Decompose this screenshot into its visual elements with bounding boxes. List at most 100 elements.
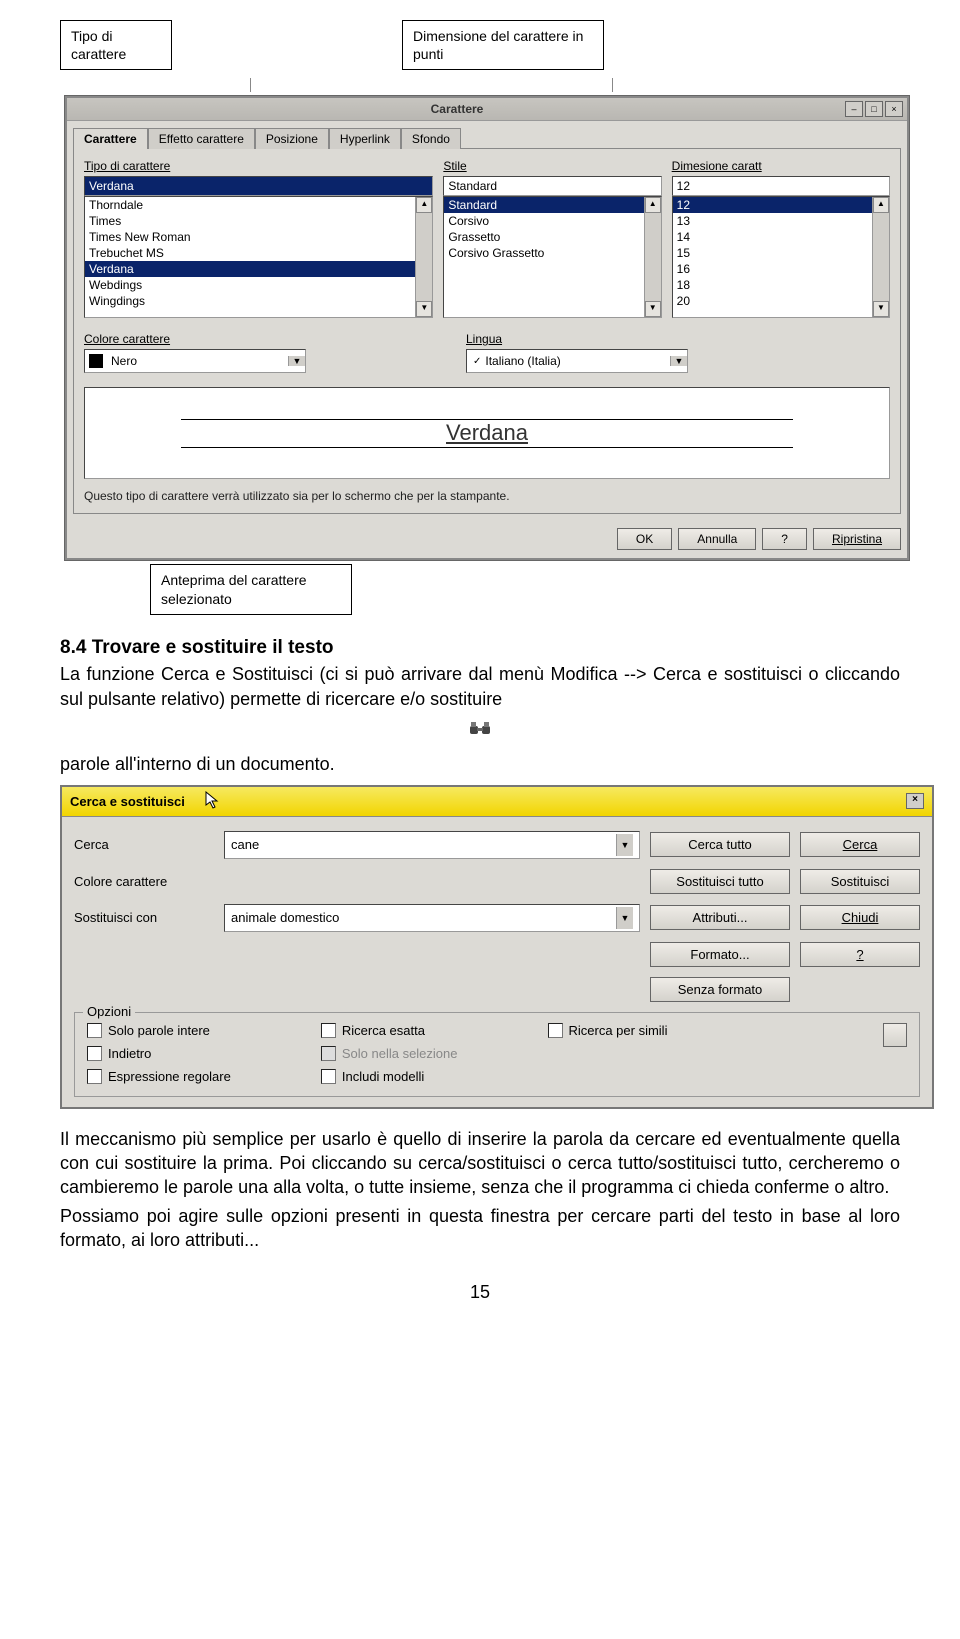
list-item[interactable]: 16 <box>673 261 889 277</box>
callout-row: Tipo di carattere Dimensione del caratte… <box>30 20 930 70</box>
list-item[interactable]: Corsivo Grassetto <box>444 245 660 261</box>
chevron-down-icon[interactable]: ▼ <box>616 834 633 856</box>
color-dropdown[interactable]: Nero ▼ <box>84 349 306 373</box>
minimize-icon[interactable]: – <box>845 101 863 117</box>
tab-effetto[interactable]: Effetto carattere <box>148 128 255 149</box>
maximize-icon[interactable]: □ <box>865 101 883 117</box>
options-legend: Opzioni <box>83 1004 135 1019</box>
font-name-input[interactable] <box>84 176 433 196</box>
color-value: Nero <box>107 354 288 368</box>
chevron-down-icon[interactable]: ▼ <box>670 356 687 366</box>
close-button[interactable]: Chiudi <box>800 905 920 930</box>
list-item[interactable]: Times <box>85 213 432 229</box>
search-input[interactable]: cane ▼ <box>224 831 640 859</box>
size-input[interactable] <box>672 176 890 196</box>
list-item[interactable]: Wingdings <box>85 293 432 309</box>
checkbox-include-styles[interactable]: Includi modelli <box>321 1069 458 1084</box>
paragraph: Il meccanismo più semplice per usarlo è … <box>60 1127 900 1200</box>
replace-input[interactable]: animale domestico ▼ <box>224 904 640 932</box>
help-button[interactable]: ? <box>762 528 807 550</box>
checkbox-selection-only: Solo nella selezione <box>321 1046 458 1061</box>
paragraph: La funzione Cerca e Sostituisci (ci si p… <box>60 662 900 711</box>
checkbox-exact[interactable]: Ricerca esatta <box>321 1023 458 1038</box>
list-item[interactable]: 14 <box>673 229 889 245</box>
label-cerca: Cerca <box>74 837 214 852</box>
titlebar: Carattere – □ × <box>67 98 907 121</box>
scrollbar[interactable]: ▲▼ <box>644 197 661 317</box>
replace-button[interactable]: Sostituisci <box>800 869 920 894</box>
tab-carattere[interactable]: Carattere <box>73 128 148 149</box>
cancel-button[interactable]: Annulla <box>678 528 756 550</box>
tab-hyperlink[interactable]: Hyperlink <box>329 128 401 149</box>
note-text: Questo tipo di carattere verrà utilizzat… <box>84 489 890 503</box>
binoculars-icon <box>469 720 491 744</box>
list-item[interactable]: 12 <box>673 197 889 213</box>
search-button[interactable]: Cerca <box>800 832 920 857</box>
dialog-title: Carattere <box>71 102 843 116</box>
button-row: OK Annulla ? Ripristina <box>67 520 907 558</box>
language-value: Italiano (Italia) <box>481 354 670 368</box>
preview-box: Verdana <box>84 387 890 479</box>
language-dropdown[interactable]: ✓ Italiano (Italia) ▼ <box>466 349 688 373</box>
font-listbox[interactable]: Thorndale Times Times New Roman Trebuche… <box>84 196 433 318</box>
list-item[interactable]: 15 <box>673 245 889 261</box>
label-dimensione: Dimesione caratt <box>672 159 890 173</box>
size-listbox[interactable]: 12 13 14 15 16 18 20 ▲▼ <box>672 196 890 318</box>
label-colore-carattere: Colore carattere <box>74 874 214 889</box>
similar-options-button[interactable] <box>883 1023 907 1047</box>
help-button[interactable]: ? <box>800 942 920 967</box>
color-swatch <box>89 354 103 368</box>
preview-text: Verdana <box>444 420 530 446</box>
list-item[interactable]: Grassetto <box>444 229 660 245</box>
document-body: 8.4 Trovare e sostituire il testo La fun… <box>60 635 900 777</box>
list-item[interactable]: Corsivo <box>444 213 660 229</box>
callout-tipo: Tipo di carattere <box>60 20 172 70</box>
character-dialog: Carattere – □ × Carattere Effetto caratt… <box>65 96 909 560</box>
label-tipo: Tipo di carattere <box>84 159 433 173</box>
label-sostituisci-con: Sostituisci con <box>74 910 214 925</box>
attributes-button[interactable]: Attributi... <box>650 905 790 930</box>
paragraph: parole all'interno di un documento. <box>60 752 900 776</box>
chevron-down-icon[interactable]: ▼ <box>288 356 305 366</box>
page-number: 15 <box>30 1282 930 1303</box>
style-input[interactable] <box>443 176 661 196</box>
search-all-button[interactable]: Cerca tutto <box>650 832 790 857</box>
no-format-button[interactable]: Senza formato <box>650 977 790 1002</box>
replace-all-button[interactable]: Sostituisci tutto <box>650 869 790 894</box>
label-colore: Colore carattere <box>84 332 306 346</box>
checkbox-whole-words[interactable]: Solo parole intere <box>87 1023 231 1038</box>
checkbox-similar[interactable]: Ricerca per simili <box>548 1023 668 1038</box>
close-icon[interactable]: × <box>885 101 903 117</box>
label-lingua: Lingua <box>466 332 688 346</box>
cursor-icon <box>205 791 219 812</box>
scrollbar[interactable]: ▲▼ <box>872 197 889 317</box>
list-item[interactable]: 13 <box>673 213 889 229</box>
close-icon[interactable]: × <box>906 793 924 809</box>
tab-sfondo[interactable]: Sfondo <box>401 128 461 149</box>
tab-posizione[interactable]: Posizione <box>255 128 329 149</box>
checkbox-regex[interactable]: Espressione regolare <box>87 1069 231 1084</box>
list-item[interactable]: 20 <box>673 293 889 309</box>
list-item[interactable]: Thorndale <box>85 197 432 213</box>
list-item[interactable]: Webdings <box>85 277 432 293</box>
panel-main: Tipo di carattere Thorndale Times Times … <box>73 148 901 514</box>
list-item[interactable]: Standard <box>444 197 660 213</box>
reset-button[interactable]: Ripristina <box>813 528 901 550</box>
list-item[interactable]: Times New Roman <box>85 229 432 245</box>
ok-button[interactable]: OK <box>617 528 672 550</box>
label-stile: Stile <box>443 159 661 173</box>
format-button[interactable]: Formato... <box>650 942 790 967</box>
find-replace-dialog: Cerca e sostituisci × Cerca cane ▼ Cerca… <box>60 785 934 1109</box>
list-item[interactable]: Trebuchet MS <box>85 245 432 261</box>
list-item[interactable]: 18 <box>673 277 889 293</box>
checkbox-backward[interactable]: Indietro <box>87 1046 231 1061</box>
dialog2-title: Cerca e sostituisci <box>70 794 185 809</box>
scrollbar[interactable]: ▲▼ <box>415 197 432 317</box>
chevron-down-icon[interactable]: ▼ <box>616 907 633 929</box>
style-listbox[interactable]: Standard Corsivo Grassetto Corsivo Grass… <box>443 196 661 318</box>
paragraph: Possiamo poi agire sulle opzioni present… <box>60 1204 900 1253</box>
list-item[interactable]: Verdana <box>85 261 432 277</box>
callout-dimensione: Dimensione del carattere in punti <box>402 20 604 70</box>
tabs: Carattere Effetto carattere Posizione Hy… <box>67 121 907 148</box>
dialog2-titlebar: Cerca e sostituisci × <box>62 787 932 817</box>
